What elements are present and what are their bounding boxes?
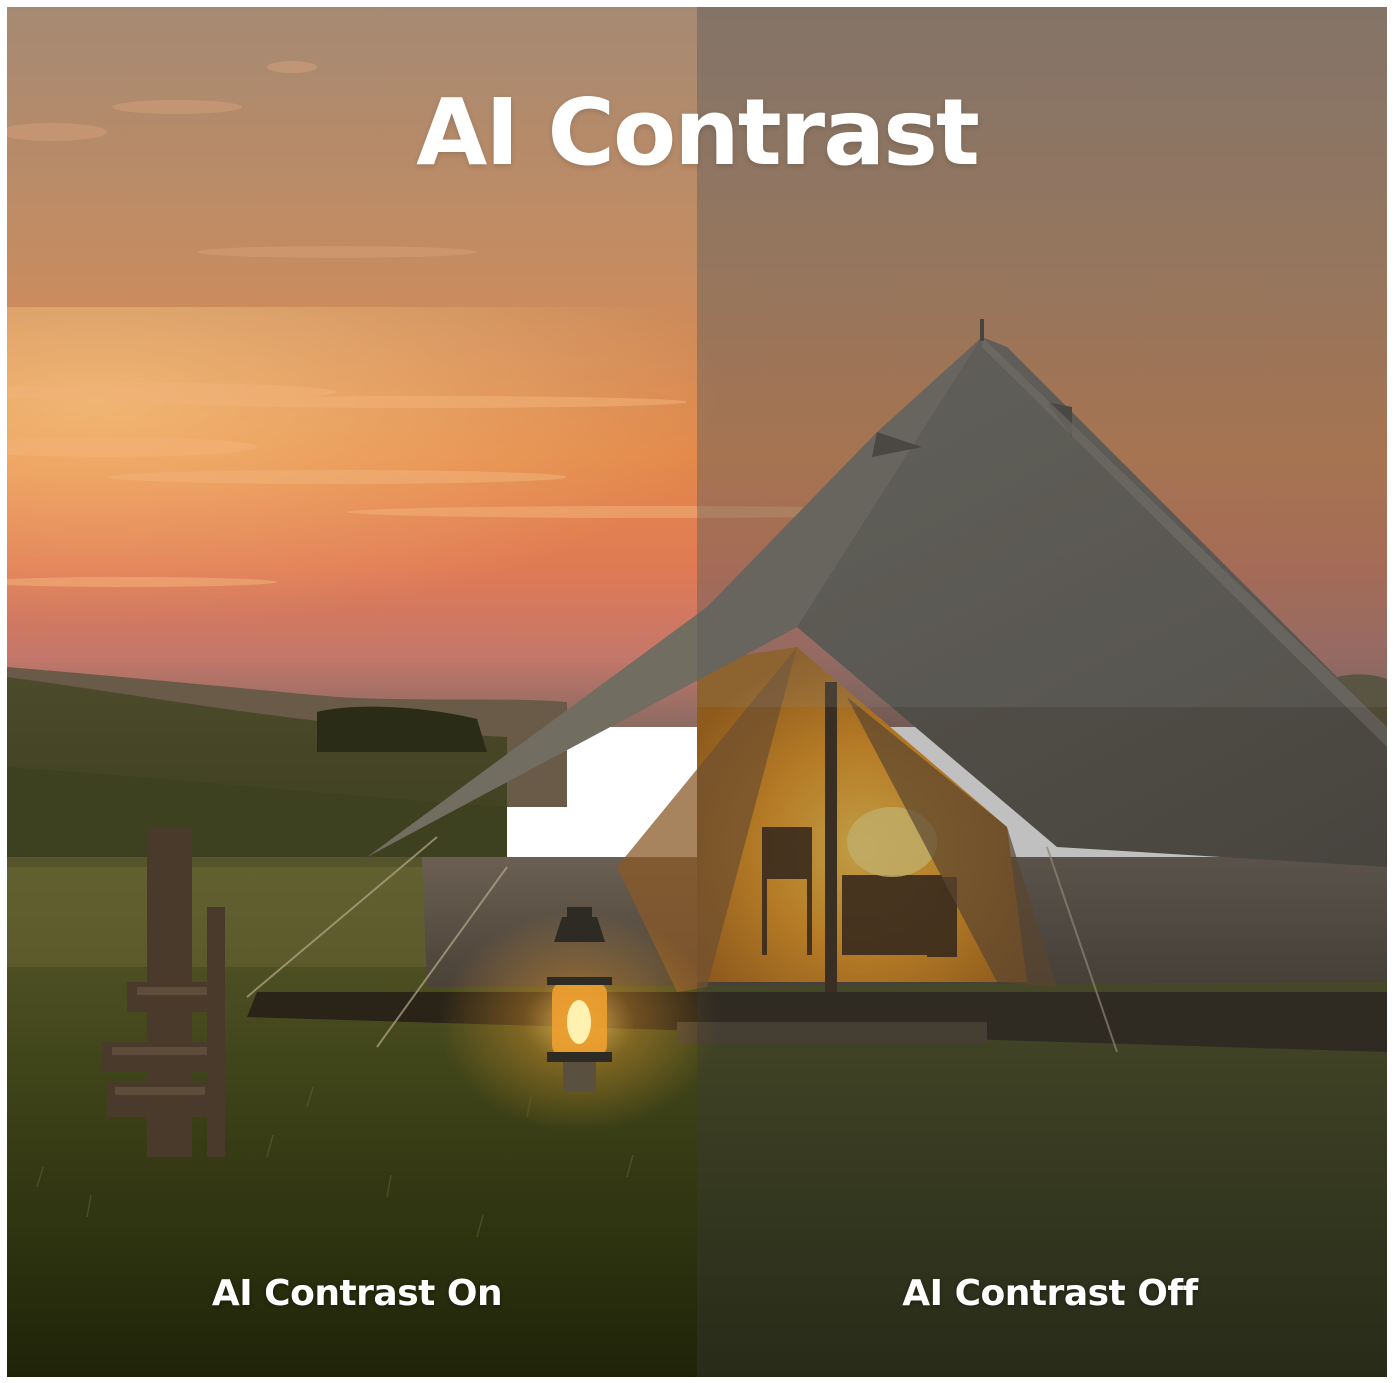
contrast-on-label: AI Contrast On: [211, 1273, 503, 1314]
scene-illustration: [7, 7, 1387, 1377]
comparison-image: AI Contrast AI Contrast On AI Contrast O…: [7, 7, 1387, 1377]
contrast-off-label: AI Contrast Off: [902, 1273, 1198, 1314]
page-title: AI Contrast: [416, 79, 980, 186]
